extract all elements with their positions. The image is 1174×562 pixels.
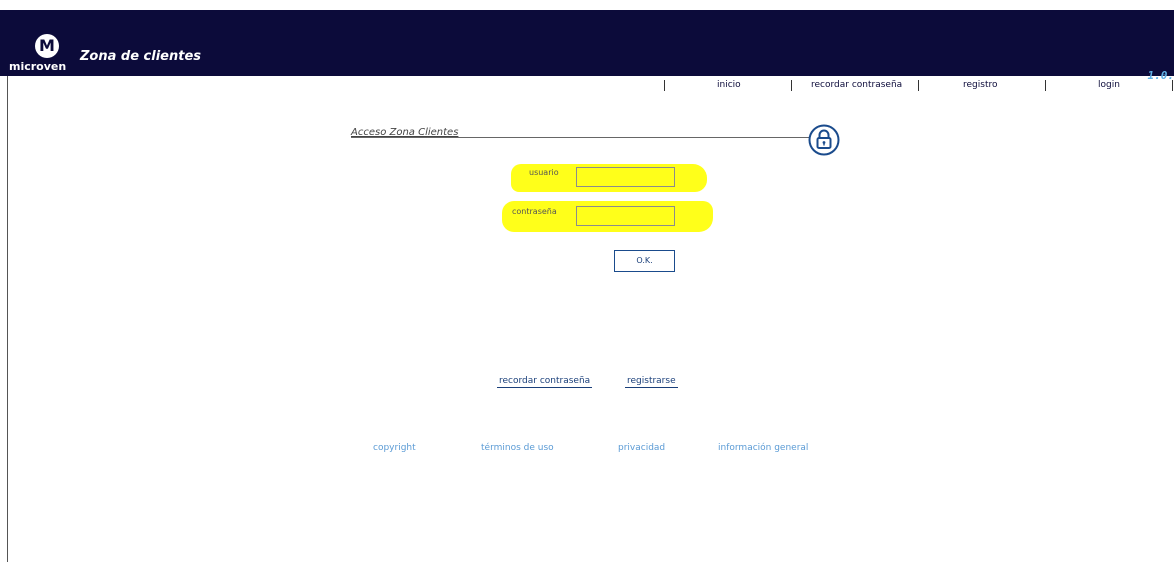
- nav-item-registro[interactable]: registro: [963, 80, 997, 90]
- top-nav: inicio recordar contraseña registro logi…: [0, 80, 1174, 94]
- password-label: contraseña: [512, 207, 557, 216]
- logo-wordmark: microven: [9, 60, 67, 73]
- ok-button[interactable]: O.K.: [614, 250, 675, 272]
- header-bar: M microven Zona de clientes 1.0.: [0, 10, 1174, 82]
- register-link[interactable]: registrarse: [625, 376, 678, 388]
- microven-logo[interactable]: M microven: [9, 34, 66, 74]
- forgot-password-link[interactable]: recordar contraseña: [497, 376, 593, 388]
- password-input[interactable]: [576, 206, 675, 226]
- lock-icon: [808, 124, 840, 156]
- footer-link-copyright[interactable]: copyright: [373, 443, 416, 453]
- nav-separator: [664, 80, 665, 91]
- nav-item-login[interactable]: login: [1098, 80, 1120, 90]
- header-title: Zona de clientes: [80, 49, 202, 64]
- footer-link-informacion-general[interactable]: información general: [718, 443, 808, 453]
- footer-link-terminos[interactable]: términos de uso: [481, 443, 554, 453]
- nav-separator: [1045, 80, 1046, 91]
- nav-item-recordar-contrasena[interactable]: recordar contraseña: [811, 80, 902, 90]
- nav-separator: [918, 80, 919, 91]
- nav-separator: [1172, 80, 1173, 91]
- footer-link-privacidad[interactable]: privacidad: [618, 443, 665, 453]
- username-label: usuario: [529, 168, 559, 177]
- top-strip: [0, 0, 1174, 10]
- left-border: [7, 76, 8, 562]
- logo-m-icon: M: [35, 34, 59, 58]
- section-divider: [351, 137, 809, 138]
- username-input[interactable]: [576, 167, 675, 187]
- nav-separator: [791, 80, 792, 91]
- nav-item-inicio[interactable]: inicio: [717, 80, 741, 90]
